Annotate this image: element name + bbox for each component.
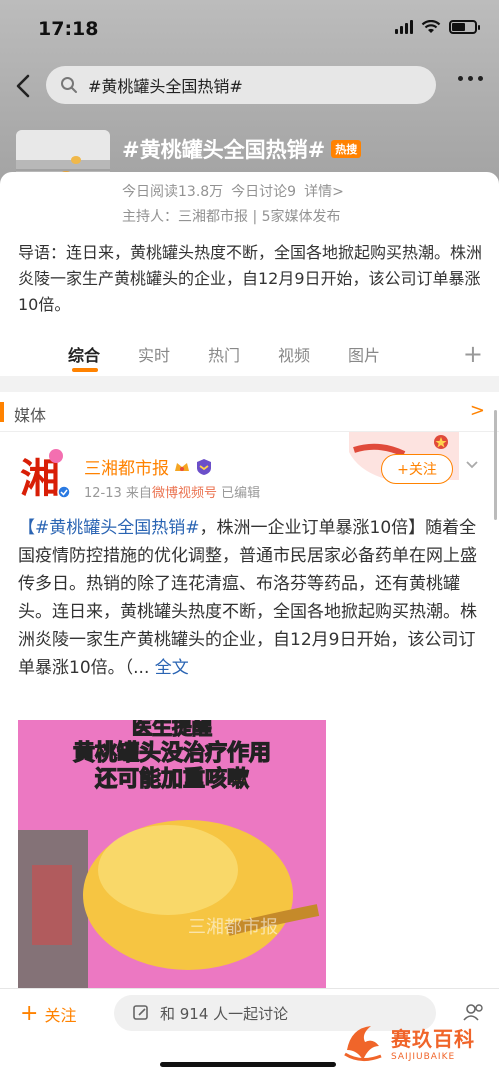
post-source-prefix: 来自	[125, 486, 152, 501]
add-tab-button[interactable]: +	[463, 340, 483, 368]
tab-video[interactable]: 视频	[278, 342, 310, 366]
author-name-text: 三湘都市报	[84, 459, 169, 479]
video-caption-2: 黄桃罐头没治疗作用	[73, 740, 271, 766]
comment-placeholder: 和 914 人一起讨论	[160, 1004, 289, 1023]
topic-details-link[interactable]: 详情>	[304, 181, 344, 201]
chevron-right-icon[interactable]: >	[470, 400, 485, 421]
plus-icon: +	[20, 1001, 39, 1026]
watermark-sub-text: SAIJIUBAIKE	[391, 1051, 456, 1062]
post-headline: ，株洲一企业订单暴涨10倍】	[199, 518, 426, 538]
video-thumbnail[interactable]: 医生提醒 黄桃罐头没治疗作用 还可能加重咳嗽 三湘都市报	[18, 720, 326, 990]
nav-bar: #黄桃罐头全国热销#	[0, 64, 499, 108]
video-caption-3: 还可能加重咳嗽	[94, 766, 249, 792]
status-bar: 17:18	[0, 0, 499, 58]
post-edited-label: 已编辑	[221, 486, 261, 501]
battery-icon	[449, 20, 480, 34]
tab-images[interactable]: 图片	[348, 342, 380, 366]
bottom-follow-button[interactable]: + 关注	[20, 1001, 76, 1026]
back-arrow-icon[interactable]	[12, 72, 36, 100]
post-card: 湘 三湘都市报 12-13 来自微博视频号 已编辑 +关注 【#黄桃罐头全国热销…	[0, 432, 499, 992]
post-hashtag-link[interactable]: 【#黄桃罐头全国热销#	[18, 518, 200, 538]
video-watermark: 三湘都市报	[188, 917, 278, 938]
search-query: #黄桃罐头全国热销#	[88, 77, 243, 96]
topic-host: 主持人：三湘都市报 | 5家媒体发布	[122, 209, 341, 225]
home-indicator[interactable]	[160, 1062, 336, 1067]
video-caption-1: 医生提醒	[132, 720, 212, 739]
tab-active-indicator	[72, 368, 98, 372]
topic-intro: 导语：连日来，黄桃罐头热度不断，全国各地掀起购买热潮。株洲炎陵一家生产黄桃罐头的…	[18, 243, 483, 314]
tab-comprehensive[interactable]: 综合	[68, 342, 100, 366]
post-date: 12-13	[84, 486, 122, 501]
more-options-icon[interactable]	[458, 76, 483, 81]
tab-bar: 综合 实时 热门 视频 图片 +	[0, 330, 499, 376]
wifi-icon	[421, 20, 441, 33]
author-name[interactable]: 三湘都市报	[84, 454, 213, 479]
site-watermark: 赛玖百科 SAIJIUBAIKE	[341, 1018, 491, 1066]
topic-stats: 今日阅读13.8万 今日讨论9 详情>	[122, 181, 344, 201]
post-source-link[interactable]: 微博视频号	[152, 486, 217, 501]
crown-icon	[175, 462, 189, 471]
hot-badge: 热搜	[331, 140, 362, 158]
tab-hot[interactable]: 热门	[208, 342, 240, 366]
read-full-link[interactable]: 全文	[155, 658, 189, 678]
chevron-down-icon[interactable]	[465, 460, 479, 470]
bottom-follow-label: 关注	[44, 1005, 77, 1025]
status-icons	[395, 20, 480, 34]
search-icon	[61, 77, 77, 93]
topic-title-text: #黄桃罐头全国热销#	[122, 138, 326, 162]
post-meta: 12-13 来自微博视频号 已编辑	[84, 482, 260, 501]
tab-realtime[interactable]: 实时	[138, 342, 170, 366]
author-avatar[interactable]: 湘	[16, 446, 70, 500]
topic-discussions: 今日讨论9	[231, 184, 297, 200]
post-text: 随着全国疫情防控措施的优化调整，普通市民居家必备药单在网上盛传多日。热销的除了连…	[18, 518, 477, 678]
scrollbar[interactable]	[494, 410, 497, 520]
member-badge-icon	[197, 458, 211, 475]
search-input[interactable]: #黄桃罐头全国热销#	[46, 66, 436, 104]
edit-icon	[133, 1005, 148, 1020]
topic-reads: 今日阅读13.8万	[122, 184, 224, 200]
post-body: 【#黄桃罐头全国热销#，株洲一企业订单暴涨10倍】随着全国疫情防控措施的优化调整…	[18, 514, 484, 682]
watermark-logo	[344, 1026, 382, 1061]
follow-button[interactable]: +关注	[381, 454, 453, 484]
watermark-main-text: 赛玖百科	[391, 1026, 475, 1051]
topic-title: #黄桃罐头全国热销# 热搜	[122, 134, 362, 164]
media-section-label: 媒体	[14, 406, 47, 425]
media-section-header[interactable]: 媒体 >	[0, 392, 499, 432]
status-time: 17:18	[38, 18, 99, 40]
signal-icon	[395, 20, 413, 34]
section-accent-bar	[0, 402, 4, 422]
